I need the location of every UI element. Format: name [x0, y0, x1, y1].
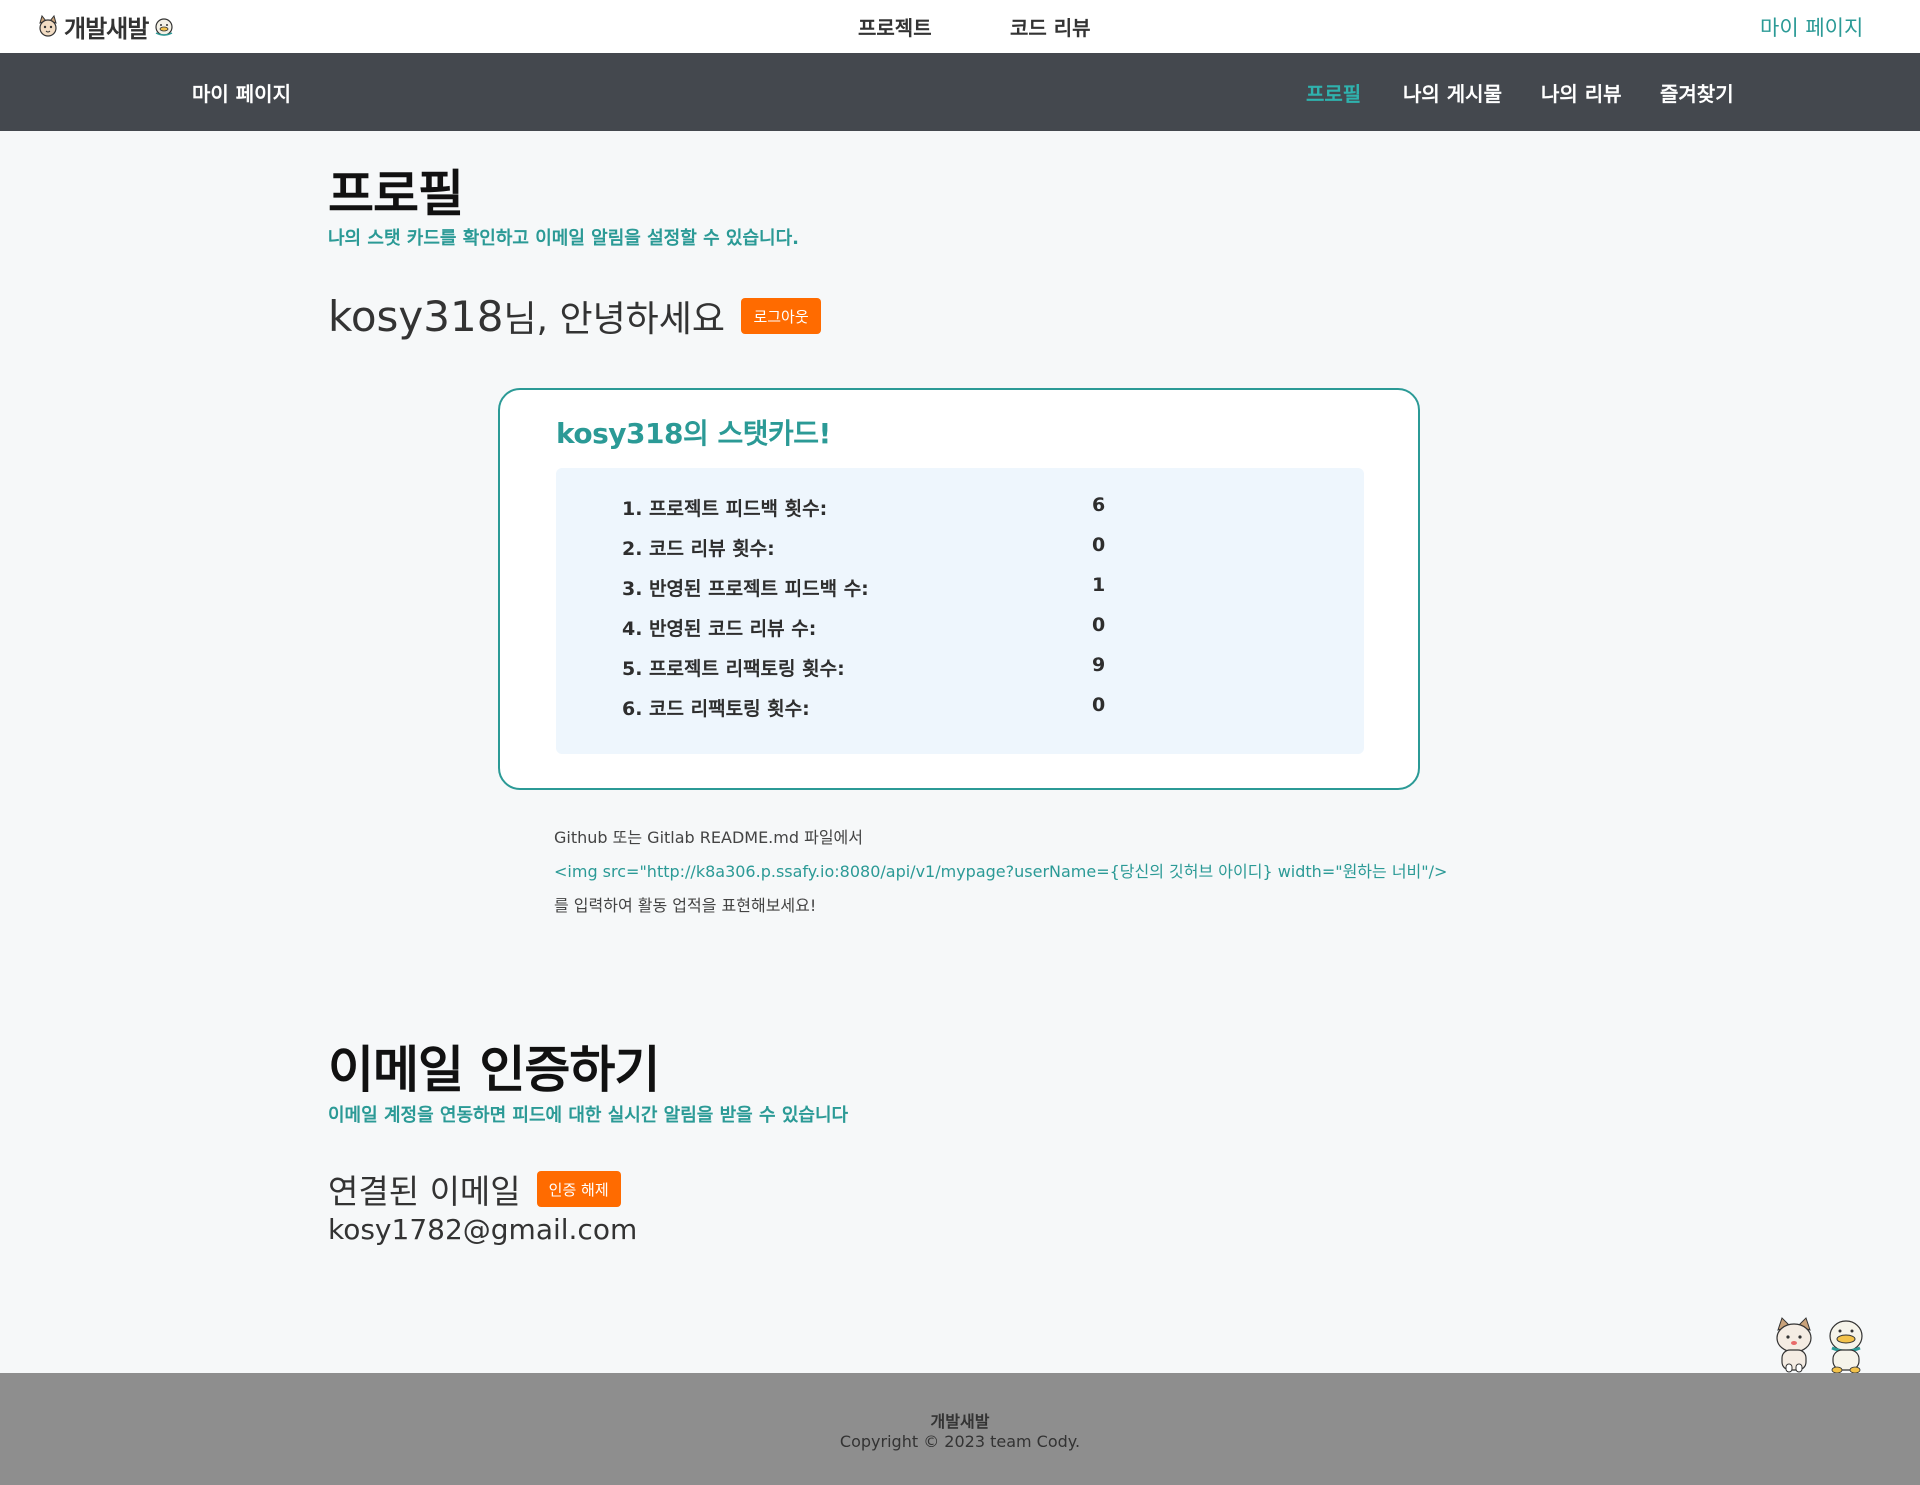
nav-mypage[interactable]: 마이 페이지 [1760, 12, 1863, 42]
readme-hint-line1: Github 또는 Gitlab README.md 파일에서 [554, 828, 863, 847]
nav-projects[interactable]: 프로젝트 [858, 12, 932, 41]
tab-bookmarks[interactable]: 즐겨찾기 [1660, 78, 1734, 107]
stat-row: 3. 반영된 프로젝트 피드백 수: 1 [622, 574, 1322, 604]
duck-mascot-icon [1829, 1320, 1863, 1374]
mypage-subnav: 마이 페이지 프로필 나의 게시물 나의 리뷰 즐겨찾기 [0, 53, 1920, 131]
duck-face-icon [155, 18, 173, 36]
stat-value: 1 [1092, 574, 1106, 596]
connected-email-address: kosy1782@gmail.com [328, 1213, 638, 1246]
top-navbar: 개발새발 프로젝트 코드 리뷰 마이 페이지 [0, 0, 1920, 54]
stat-label: 1. 프로젝트 피드백 횟수: [622, 498, 828, 520]
greeting-suffix: 님, 안녕하세요 [503, 299, 726, 340]
stat-card-title: kosy318의 스탯카드! [556, 417, 831, 450]
tab-profile[interactable]: 프로필 [1306, 78, 1361, 107]
stat-value: 0 [1092, 614, 1106, 636]
readme-embed-code: <img src="http://k8a306.p.ssafy.io:8080/… [554, 862, 1448, 881]
nav-code-review[interactable]: 코드 리뷰 [1010, 12, 1091, 41]
stat-list: 1. 프로젝트 피드백 횟수: 6 2. 코드 리뷰 횟수: 0 3. 반영된 … [556, 468, 1364, 754]
footer-brand: 개발새발 [930, 1412, 990, 1431]
tab-my-posts[interactable]: 나의 게시물 [1403, 78, 1502, 107]
logo[interactable]: 개발새발 [36, 10, 176, 43]
subnav-title: 마이 페이지 [192, 82, 291, 106]
stat-value: 6 [1092, 494, 1106, 516]
tab-my-reviews[interactable]: 나의 리뷰 [1541, 78, 1622, 107]
brand-name: 개발새발 [64, 14, 149, 43]
stat-value: 9 [1092, 654, 1106, 676]
profile-caption: 나의 스탯 카드를 확인하고 이메일 알림을 설정할 수 있습니다. [328, 228, 799, 249]
stat-label: 2. 코드 리뷰 횟수: [622, 538, 775, 560]
unlink-email-button[interactable]: 인증 해제 [536, 1171, 621, 1207]
greeting-nickname: kosy318 [328, 291, 504, 341]
stat-row: 5. 프로젝트 리팩토링 횟수: 9 [622, 654, 1322, 684]
readme-hint-line3: 를 입력하여 활동 업적을 표현해보세요! [554, 896, 817, 915]
stat-value: 0 [1092, 694, 1106, 716]
stat-card: kosy318의 스탯카드! 1. 프로젝트 피드백 횟수: 6 2. 코드 리… [498, 388, 1420, 790]
connected-email-label: 연결된 이메일 [328, 1172, 521, 1211]
logout-button[interactable]: 로그아웃 [741, 298, 822, 334]
footer-copyright: Copyright © 2023 team Cody. [839, 1432, 1081, 1451]
mascot-illustration [1776, 1317, 1863, 1374]
cat-mascot-icon [1776, 1317, 1812, 1373]
connected-email-row: 연결된 이메일 인증 해제 [328, 1165, 621, 1213]
greeting: kosy318 님, 안녕하세요 로그아웃 [328, 290, 822, 342]
footer: 개발새발 Copyright © 2023 team Cody. [0, 1373, 1920, 1485]
stat-label: 3. 반영된 프로젝트 피드백 수: [622, 578, 869, 600]
profile-heading: 프로필 [328, 165, 464, 223]
stat-row: 2. 코드 리뷰 횟수: 0 [622, 534, 1322, 564]
cat-face-icon [39, 14, 57, 37]
stat-label: 5. 프로젝트 리팩토링 횟수: [622, 658, 845, 680]
stat-label: 6. 코드 리팩토링 횟수: [622, 698, 810, 720]
email-heading: 이메일 인증하기 [328, 1041, 660, 1099]
stat-row: 4. 반영된 코드 리뷰 수: 0 [622, 614, 1322, 644]
stat-value: 0 [1092, 534, 1106, 556]
email-caption: 이메일 계정을 연동하면 피드에 대한 실시간 알림을 받을 수 있습니다 [328, 1105, 849, 1126]
stat-label: 4. 반영된 코드 리뷰 수: [622, 618, 817, 640]
stat-row: 6. 코드 리팩토링 횟수: 0 [622, 694, 1322, 724]
stat-row: 1. 프로젝트 피드백 횟수: 6 [622, 494, 1322, 524]
